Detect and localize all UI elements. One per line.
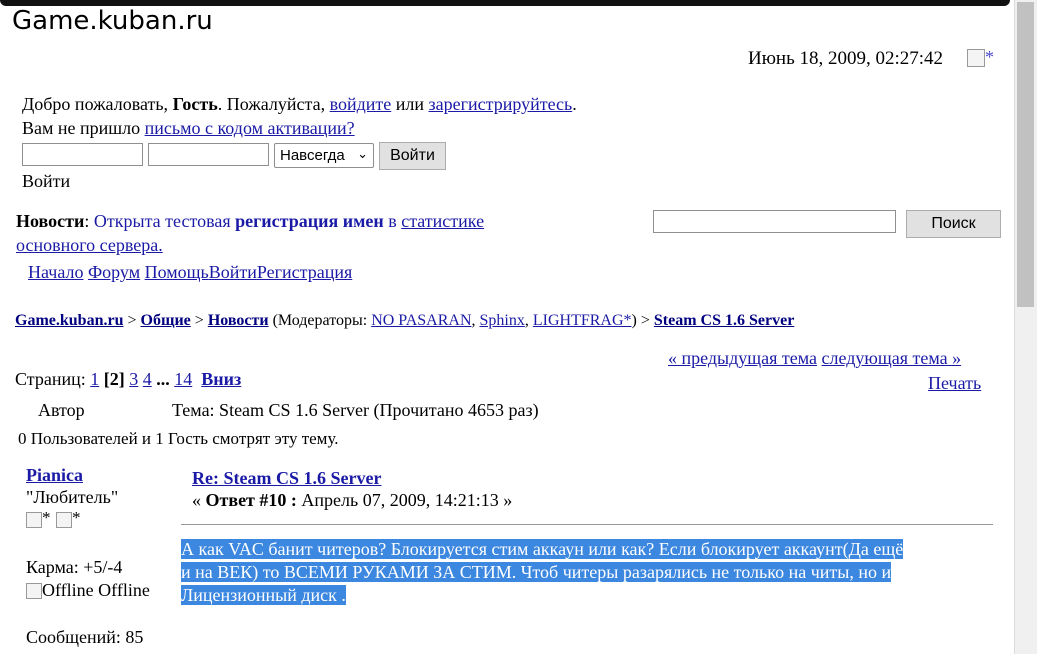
post-meta-open: « [192, 490, 201, 510]
moderator-link[interactable]: Sphinx [480, 312, 525, 329]
moderator-link[interactable]: NO PASARAN [371, 312, 471, 329]
activation-link[interactable]: письмо с кодом активации? [145, 118, 355, 138]
pagination: Страниц: 1 [2] 3 4 ... 14 Вниз [15, 369, 241, 390]
activation-text: Вам не пришло [22, 118, 141, 138]
post-body-line: Лицензионный диск . [181, 585, 346, 605]
poster-name-link[interactable]: Pianica [26, 465, 83, 486]
news-line: Новости: Открыта тестовая регистрация им… [16, 211, 484, 232]
offline-status-icon [26, 583, 42, 599]
login-link[interactable]: войдите [330, 94, 392, 114]
poster-karma: Карма: +5/-4 [26, 557, 123, 577]
next-topic-link[interactable]: следующая тема » [822, 348, 962, 368]
news-colon: : [84, 211, 90, 231]
poster-post-count: Сообщений: 85 [26, 627, 144, 647]
post-title-link[interactable]: Re: Steam CS 1.6 Server [192, 468, 381, 489]
username-input[interactable] [22, 143, 143, 166]
guest-label: Гость [172, 94, 218, 114]
current-datetime: Июнь 18, 2009, 02:27:42 [748, 48, 944, 69]
search-button[interactable]: Поиск [906, 210, 1001, 238]
go-down-link[interactable]: Вниз [201, 369, 241, 389]
breadcrumb-category[interactable]: Общие [141, 312, 191, 329]
welcome-please: . Пожалуйста, [217, 94, 326, 114]
menu-help[interactable]: Помощь [145, 262, 209, 282]
moderators-close: ) [631, 312, 637, 329]
menu-register[interactable]: Регистрация [257, 262, 352, 282]
broken-image-alt: * [985, 47, 994, 67]
post-meta-close: » [503, 490, 513, 510]
site-title: Game.kuban.ru [12, 6, 213, 36]
page-link[interactable]: 14 [174, 369, 192, 389]
viewers-count: 0 Пользователей и 1 Гость смотрят эту те… [18, 429, 339, 448]
breadcrumb-board[interactable]: Новости [208, 312, 269, 329]
print-link[interactable]: Печать [928, 373, 981, 394]
post-body[interactable]: А как VAC банит читеров? Блокируется сти… [181, 538, 1001, 607]
main-menu: Начало Форум ПомощьВойтиРегистрация [28, 262, 352, 283]
welcome-or: или [395, 94, 425, 114]
prev-topic-link[interactable]: « предыдущая тема [668, 348, 817, 368]
rank-star-icon [56, 512, 72, 528]
session-duration-value: Навсегда [280, 147, 345, 164]
welcome-prefix: Добро пожаловать, [22, 94, 169, 114]
session-duration-select[interactable]: Навсегда ⌄ [274, 143, 374, 168]
search-input[interactable] [653, 210, 896, 233]
page-link[interactable]: 3 [129, 369, 138, 389]
menu-forum[interactable]: Форум [88, 262, 140, 282]
rank-star-icon [26, 512, 42, 528]
pagination-label: Страниц: [15, 369, 86, 389]
author-column-header: Автор [38, 400, 85, 420]
welcome-dot: . [572, 94, 577, 114]
news-text: Открыта тестовая [93, 211, 231, 231]
menu-login[interactable]: Войти [209, 262, 257, 282]
moderator-link[interactable]: LIGHTFRAG* [533, 312, 632, 329]
broken-image-icon [967, 49, 985, 67]
chevron-down-icon: ⌄ [357, 146, 368, 161]
topic-navigation: « предыдущая тема следующая тема » [668, 348, 961, 369]
activation-line: Вам не пришло письмо с кодом активации? [22, 118, 355, 139]
topic-header: Тема: Steam CS 1.6 Server (Прочитано 465… [172, 400, 539, 420]
breadcrumb-topic[interactable]: Steam CS 1.6 Server [654, 312, 794, 329]
news-text-2: в [388, 211, 397, 231]
password-input[interactable] [148, 143, 269, 166]
page-link[interactable]: 4 [143, 369, 152, 389]
breadcrumb-home[interactable]: Game.kuban.ru [15, 312, 123, 329]
breadcrumb-sep: > [194, 312, 204, 329]
breadcrumb: Game.kuban.ru > Общие > Новости (Модерат… [15, 312, 795, 329]
post-divider [181, 524, 993, 525]
login-button[interactable]: Войти [379, 142, 446, 170]
rank-star-alt: * [42, 508, 51, 527]
poster-rank: "Любитель" [26, 487, 119, 507]
post-body-line: А как VAC банит читеров? Блокируется сти… [181, 539, 904, 559]
breadcrumb-sep: > [127, 312, 137, 329]
news-server-link[interactable]: основного сервера. [16, 235, 163, 255]
post-body-line: и на ВЕК) то ВСЕМИ РУКАМИ ЗА СТИМ. Чтоб … [181, 562, 892, 582]
welcome-line: Добро пожаловать, Гость. Пожалуйста, вой… [22, 94, 577, 115]
register-link[interactable]: зарегистрируйтесь [429, 94, 573, 114]
post-date: Апрель 07, 2009, 14:21:13 [301, 490, 499, 510]
scrollbar-thumb[interactable] [1017, 2, 1034, 307]
news-line-2: основного сервера. [16, 235, 163, 256]
current-page: [2] [103, 369, 125, 389]
menu-home[interactable]: Начало [28, 262, 83, 282]
news-stats-link[interactable]: статистике [401, 211, 484, 231]
post-reply-number: Ответ #10 : [205, 490, 297, 510]
news-label: Новости [16, 211, 85, 231]
pagination-ellipsis: ... [156, 369, 170, 389]
offline-status: Offline Offline [42, 580, 150, 600]
news-bold: регистрация имен [235, 211, 384, 231]
post-meta: « Ответ #10 : Апрель 07, 2009, 14:21:13 … [192, 490, 512, 511]
moderators-label: (Модераторы: [272, 312, 368, 329]
rank-star-alt: * [72, 508, 81, 527]
breadcrumb-sep: > [640, 312, 650, 329]
page-link[interactable]: 1 [90, 369, 99, 389]
login-label: Войти [22, 171, 71, 191]
